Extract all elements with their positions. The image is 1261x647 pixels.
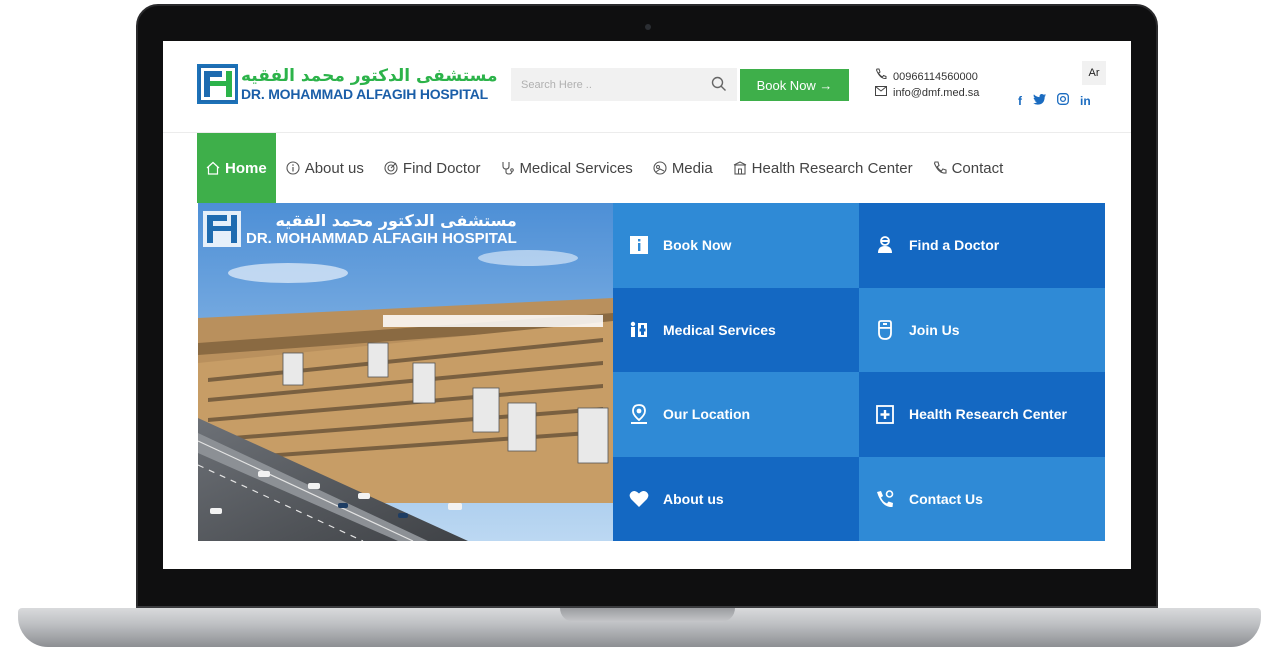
nav-label-find-doctor: Find Doctor: [402, 159, 481, 177]
social-links: f in: [1018, 93, 1091, 108]
heart-icon: [629, 489, 649, 509]
nav-item-health-research-center[interactable]: Health Research Center: [723, 133, 923, 203]
tile-label-our-location: Our Location: [663, 406, 751, 423]
email-address[interactable]: info@dmf.med.sa: [893, 85, 979, 101]
tile-label-find-a-doctor: Find a Doctor: [909, 237, 1000, 254]
media-icon: [653, 161, 667, 175]
nav-item-contact[interactable]: Contact: [923, 133, 1014, 203]
phone-number[interactable]: 00966114560000: [893, 69, 978, 85]
tile-health-research-center[interactable]: Health Research Center: [859, 372, 1105, 457]
language-switch-button[interactable]: Ar: [1082, 61, 1106, 85]
site-logo[interactable]: مستشفى الدكتور محمد الفقيه DR. MOHAMMAD …: [197, 64, 497, 104]
site-header: مستشفى الدكتور محمد الفقيه DR. MOHAMMAD …: [163, 41, 1131, 133]
nav-label-about-us: About us: [304, 159, 364, 177]
nav-label-health-research-center: Health Research Center: [751, 159, 913, 177]
facebook-icon[interactable]: f: [1018, 94, 1022, 108]
nav-item-home[interactable]: Home: [197, 133, 276, 203]
search-icon[interactable]: [711, 76, 727, 97]
tile-label-about-us: About us: [663, 490, 724, 507]
contact-info: 00966114560000 info@dmf.med.sa: [875, 68, 979, 101]
quick-links-grid: Book Now Find a Doctor Medical Services …: [613, 203, 1105, 541]
tile-our-location[interactable]: Our Location: [613, 372, 859, 457]
home-icon: [206, 161, 220, 175]
nav-label-media: Media: [671, 159, 713, 177]
info-box-icon: [629, 235, 649, 255]
nav-item-media[interactable]: Media: [643, 133, 723, 203]
phone-call-icon: [875, 489, 895, 509]
location-pin-icon: [629, 404, 649, 425]
nav-label-medical-services: Medical Services: [519, 159, 633, 177]
logo-english-text: DR. MOHAMMAD ALFAGIH HOSPITAL: [241, 85, 488, 102]
doctor-icon: [875, 235, 895, 255]
logo-arabic-text: مستشفى الدكتور محمد الفقيه: [241, 65, 498, 86]
hero-logo-arabic: مستشفى الدكتور محمد الفقيه: [275, 211, 517, 230]
instagram-icon[interactable]: [1057, 93, 1069, 108]
tile-label-contact-us: Contact Us: [909, 490, 983, 507]
phone-icon: [875, 68, 887, 85]
phone-icon: [933, 161, 947, 175]
nav-label-contact: Contact: [951, 159, 1004, 177]
tile-contact-us[interactable]: Contact Us: [859, 456, 1105, 541]
main-navigation: Home About us Find Doctor Medical Servic…: [197, 133, 1131, 203]
nav-item-medical-services[interactable]: Medical Services: [490, 133, 642, 203]
hero-logo-text: مستشفى الدكتور محمد الفقيه DR. MOHAMMAD …: [246, 211, 517, 247]
stethoscope-icon: [500, 161, 515, 175]
target-icon: [384, 161, 398, 175]
email-icon: [875, 85, 887, 101]
laptop-notch: [560, 608, 735, 622]
tile-label-join-us: Join Us: [909, 321, 960, 338]
search-box: [511, 68, 737, 101]
nav-label-home: Home: [225, 159, 267, 177]
book-now-button[interactable]: Book Now →: [740, 69, 849, 101]
nav-item-find-doctor[interactable]: Find Doctor: [374, 133, 491, 203]
tile-book-now[interactable]: Book Now: [613, 203, 859, 288]
tile-medical-services[interactable]: Medical Services: [613, 287, 859, 372]
camera-icon: [645, 24, 651, 30]
building-icon: [733, 161, 747, 175]
hospital-building-image: مستشفى الدكتور محمد الفقيه DR. MOHAMMAD …: [198, 203, 613, 541]
hero-logo-english: DR. MOHAMMAD ALFAGIH HOSPITAL: [246, 230, 517, 247]
tile-label-health-research-center: Health Research Center: [909, 406, 1067, 423]
twitter-icon[interactable]: [1033, 93, 1046, 108]
tile-find-a-doctor[interactable]: Find a Doctor: [859, 203, 1105, 288]
info-icon: [286, 161, 300, 175]
logo-mark-icon: [197, 64, 238, 104]
tile-about-us[interactable]: About us: [613, 456, 859, 541]
medical-kit-icon: [875, 404, 895, 425]
tile-label-medical-services: Medical Services: [663, 321, 776, 338]
tile-label-book-now: Book Now: [663, 237, 732, 254]
family-icon: [629, 320, 649, 340]
badge-icon: [875, 319, 895, 340]
search-input[interactable]: [511, 78, 691, 91]
linkedin-icon[interactable]: in: [1080, 94, 1091, 108]
laptop-screen: مستشفى الدكتور محمد الفقيه DR. MOHAMMAD …: [163, 41, 1131, 569]
nav-item-about-us[interactable]: About us: [276, 133, 374, 203]
tile-join-us[interactable]: Join Us: [859, 287, 1105, 372]
